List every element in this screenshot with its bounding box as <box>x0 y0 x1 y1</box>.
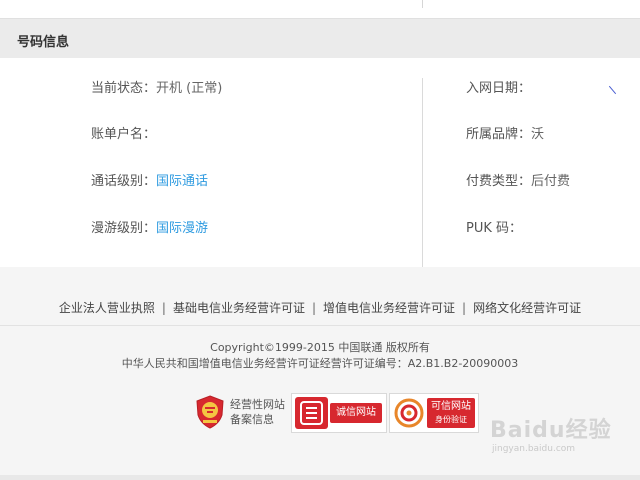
filing-info-label[interactable]: 经营性网站 备案信息 <box>230 397 285 427</box>
baidu-watermark: Baidu经验 jingyan.baidu.com <box>490 412 630 462</box>
field-puk-code: PUK 码： <box>466 221 522 237</box>
filing-info-line2: 备案信息 <box>230 413 274 426</box>
top-strip <box>0 0 640 18</box>
field-join-date: 入网日期： <box>466 81 531 97</box>
credit-website-label: 诚信网站 <box>330 403 382 423</box>
section-title: 号码信息 <box>17 35 70 50</box>
field-label: 付费类型： <box>466 174 532 189</box>
field-label: PUK 码： <box>466 221 523 236</box>
footer-link-basic-telecom-license[interactable]: 基础电信业务经营许可证 <box>173 301 305 315</box>
field-label: 账单户名： <box>91 127 157 142</box>
footer-separator: | <box>462 301 467 315</box>
watermark-logo: Baidu经验 <box>490 418 612 443</box>
filing-info-line1: 经营性网站 <box>230 398 285 411</box>
section-header: 号码信息 <box>0 18 640 58</box>
field-label: 入网日期： <box>466 81 532 96</box>
cursor-mark-icon <box>608 85 617 95</box>
footer-link-business-license[interactable]: 企业法人营业执照 <box>59 301 155 315</box>
column-divider <box>422 78 423 268</box>
license-number-text: 中华人民共和国增值电信业务经营许可证经营许可证编号：A2.B1.B2-20090… <box>121 357 519 370</box>
watermark-url: jingyan.baidu.com <box>492 444 576 454</box>
field-payment-type: 付费类型：后付费 <box>466 174 570 190</box>
footer-divider <box>0 325 640 326</box>
footer-separator: | <box>161 301 166 315</box>
trusted-website-badge[interactable]: 可信网站 身份验证 <box>389 393 479 433</box>
top-divider <box>422 0 423 8</box>
field-call-level: 通话级别：国际通话 <box>91 174 208 190</box>
field-label: 当前状态： <box>91 81 157 96</box>
number-info-panel: 当前状态：开机 (正常) 账单户名： 通话级别：国际通话 漫游级别：国际漫游 入… <box>0 58 640 268</box>
field-label: 漫游级别： <box>91 221 157 236</box>
field-roaming-level: 漫游级别：国际漫游 <box>91 221 208 237</box>
field-account-name: 账单户名： <box>91 127 156 143</box>
field-value: 后付费 <box>531 174 571 189</box>
police-emblem-icon[interactable] <box>195 395 225 429</box>
trusted-website-label: 可信网站 身份验证 <box>427 398 475 428</box>
call-level-link[interactable]: 国际通话 <box>156 174 208 189</box>
trusted-website-title: 可信网站 <box>431 401 471 412</box>
copyright-text: Copyright©1999-2015 中国联通 版权所有 <box>210 341 430 354</box>
field-value: 沃 <box>531 127 545 142</box>
field-label: 所属品牌： <box>466 127 532 142</box>
credit-seal-icon <box>295 397 328 429</box>
footer-separator: | <box>311 301 317 315</box>
field-current-status: 当前状态：开机 (正常) <box>91 81 222 97</box>
bottom-bar <box>0 475 640 480</box>
field-label: 通话级别： <box>91 174 157 189</box>
trusted-seal-icon <box>394 398 424 428</box>
field-value: 开机 (正常) <box>156 81 223 96</box>
footer-link-network-culture-license[interactable]: 网络文化经营许可证 <box>473 301 581 315</box>
trusted-website-subtitle: 身份验证 <box>435 415 467 424</box>
field-brand: 所属品牌：沃 <box>466 127 544 143</box>
footer-link-value-added-license[interactable]: 增值电信业务经营许可证 <box>323 301 455 315</box>
credit-website-badge[interactable]: 诚信网站 <box>291 393 387 433</box>
roaming-level-link[interactable]: 国际漫游 <box>156 221 208 236</box>
footer-links: 企业法人营业执照 | 基础电信业务经营许可证 | 增值电信业务经营许可证 | 网络文化经营许… <box>0 299 640 316</box>
